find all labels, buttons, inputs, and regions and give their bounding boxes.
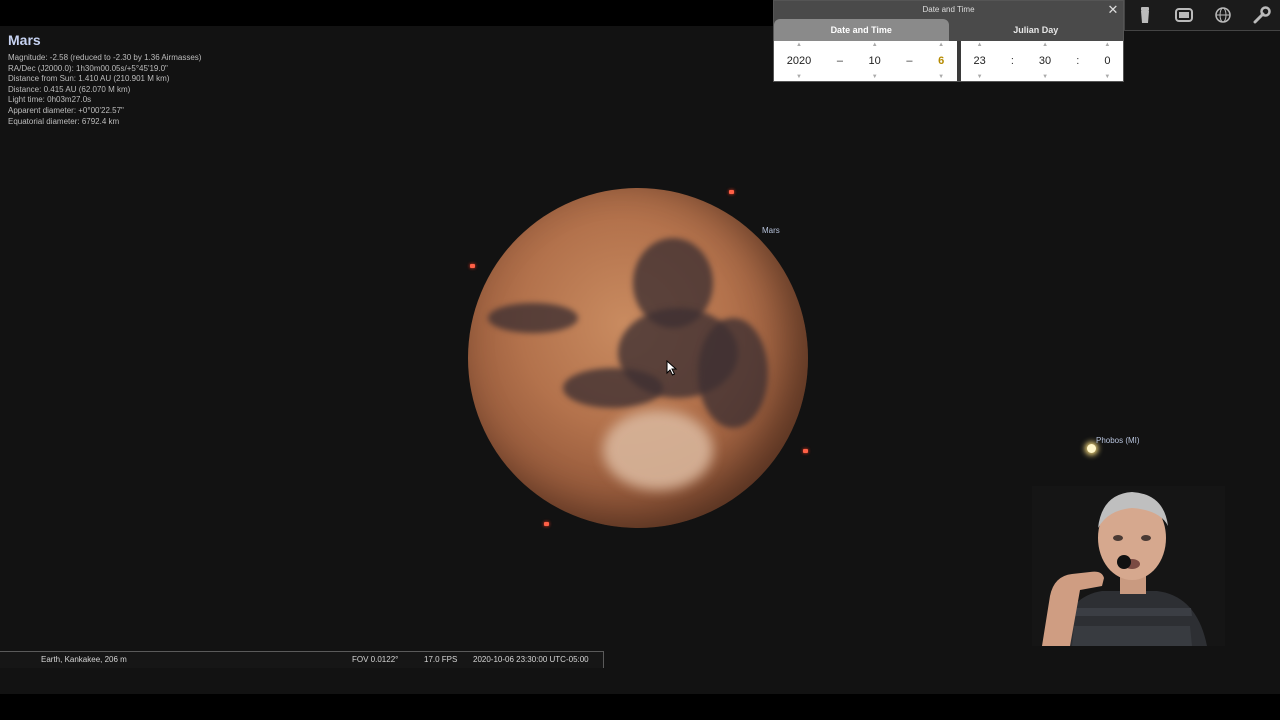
date-fields: ▲ 2020 ▼ – ▲ 10 ▼ – ▲ 6 ▼ — [774, 41, 957, 81]
fps-text: 17.0 FPS — [424, 655, 458, 664]
moon-marker[interactable] — [803, 449, 808, 453]
location-text[interactable]: Earth, Kankakee, 206 m — [41, 655, 127, 664]
spin-down-icon: ▼ — [796, 74, 802, 80]
date-separator: – — [836, 55, 843, 67]
time-fields: ▲ 23 ▼ : ▲ 30 ▼ : ▲ 0 ▼ — [961, 41, 1123, 81]
distance-line: Distance: 0.415 AU (62.070 M km) — [8, 84, 131, 94]
flashlight-icon[interactable] — [1134, 4, 1156, 26]
minute-value: 30 — [1038, 55, 1052, 67]
year-value: 2020 — [786, 55, 812, 67]
distance-from-sun-line: Distance from Sun: 1.410 AU (210.901 M k… — [8, 74, 170, 84]
wrench-icon[interactable] — [1251, 4, 1273, 26]
dialog-title-bar[interactable]: Date and Time ✕ — [774, 1, 1123, 19]
month-spinbox[interactable]: ▲ 10 ▼ — [868, 42, 881, 80]
spin-up-icon: ▲ — [796, 42, 802, 48]
sky-grid-icon[interactable] — [1212, 4, 1234, 26]
month-value: 10 — [868, 55, 881, 67]
phobos-object[interactable] — [1087, 444, 1096, 453]
spin-up-icon: ▲ — [976, 42, 983, 48]
date-separator: – — [906, 55, 913, 67]
spin-up-icon: ▲ — [1042, 42, 1049, 48]
close-icon[interactable]: ✕ — [1106, 1, 1120, 19]
object-name: Mars — [8, 32, 41, 48]
mars-label: Mars — [762, 226, 780, 235]
magnitude-line: Magnitude: -2.58 (reduced to -2.30 by 1.… — [8, 53, 202, 62]
ra-dec-line: RA/Dec (J2000.0): 1h30m00.05s/+5°45'19.0… — [8, 63, 168, 73]
second-spinbox[interactable]: ▲ 0 ▼ — [1104, 42, 1111, 80]
spin-down-icon: ▼ — [1042, 74, 1049, 80]
year-spinbox[interactable]: ▲ 2020 ▼ — [786, 42, 812, 80]
spin-down-icon: ▼ — [938, 74, 945, 80]
hour-spinbox[interactable]: ▲ 23 ▼ — [973, 42, 986, 80]
spin-down-icon: ▼ — [976, 74, 983, 80]
moon-marker[interactable] — [729, 190, 734, 194]
top-right-toolbar — [1124, 0, 1280, 31]
day-spinbox[interactable]: ▲ 6 ▼ — [938, 42, 945, 80]
datetime-text[interactable]: 2020-10-06 23:30:00 UTC-05:00 — [473, 655, 589, 664]
spin-down-icon: ▼ — [871, 74, 878, 80]
spin-up-icon: ▲ — [938, 42, 945, 48]
date-time-dialog: Date and Time ✕ Date and Time Julian Day… — [773, 0, 1124, 82]
tab-date-and-time[interactable]: Date and Time — [774, 19, 949, 41]
apparent-diameter-line: Apparent diameter: +0°00'22.57" — [8, 105, 124, 115]
sky-viewport[interactable]: Mars Magnitude: -2.58 (reduced to -2.30 … — [0, 26, 1280, 694]
hour-value: 23 — [973, 55, 986, 67]
moon-marker[interactable] — [470, 264, 475, 268]
screen-icon[interactable] — [1173, 4, 1195, 26]
light-time-line: Light time: 0h03m27.0s — [8, 95, 92, 105]
tab-julian-day[interactable]: Julian Day — [949, 19, 1124, 41]
phobos-label: Phobos (MI) — [1096, 436, 1140, 445]
spin-up-icon: ▲ — [1104, 42, 1111, 48]
mars-planet[interactable] — [468, 188, 808, 528]
object-info-panel: Mars Magnitude: -2.58 (reduced to -2.30 … — [8, 32, 201, 127]
spin-down-icon: ▼ — [1104, 74, 1111, 80]
dialog-tabs: Date and Time Julian Day — [774, 19, 1123, 41]
minute-spinbox[interactable]: ▲ 30 ▼ — [1038, 42, 1052, 80]
equatorial-diameter-line: Equatorial diameter: 6792.4 km — [8, 116, 120, 126]
status-bar: Earth, Kankakee, 206 m FOV 0.0122° 17.0 … — [0, 651, 604, 668]
fov-text: FOV 0.0122° — [352, 655, 399, 664]
webcam-presenter-overlay — [1032, 486, 1225, 646]
second-value: 0 — [1104, 55, 1111, 67]
mouse-cursor-icon — [666, 360, 678, 376]
date-time-fields: ▲ 2020 ▼ – ▲ 10 ▼ – ▲ 6 ▼ ▲ 23 ▼: ▲ 30 … — [774, 41, 1123, 81]
time-separator: : — [1076, 55, 1080, 67]
moon-marker[interactable] — [544, 522, 549, 526]
spin-up-icon: ▲ — [871, 42, 878, 48]
day-value: 6 — [938, 55, 945, 67]
time-separator: : — [1010, 55, 1014, 67]
presenter-video — [1032, 486, 1225, 646]
dialog-title: Date and Time — [922, 5, 975, 14]
